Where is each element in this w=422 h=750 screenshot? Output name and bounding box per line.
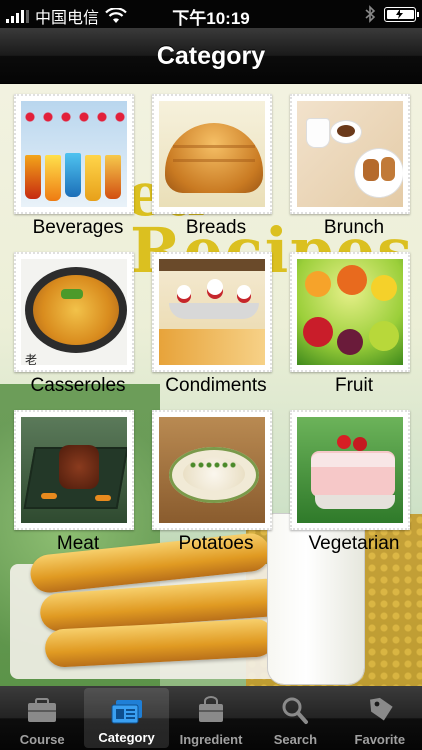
category-item-beverages[interactable]: Beverages [8, 86, 148, 241]
category-item-vegetarian[interactable]: Vegetarian [284, 402, 422, 557]
category-item-brunch[interactable]: Brunch [284, 86, 422, 241]
category-label: Breads [185, 217, 247, 238]
category-item-casseroles[interactable]: 老 Casseroles [8, 244, 148, 399]
briefcase-icon [28, 698, 57, 722]
casseroles-photo: 老 [14, 252, 134, 372]
tag-icon [369, 697, 393, 721]
category-label: Potatoes [178, 533, 254, 554]
bluetooth-icon [365, 5, 376, 23]
category-item-potatoes[interactable]: Potatoes [146, 402, 286, 557]
tab-label: Search [273, 732, 318, 747]
potatoes-photo [152, 410, 272, 530]
tab-ingredient[interactable]: Ingredient [169, 686, 253, 750]
category-label: Beverages [32, 217, 124, 238]
tab-label: Favorite [354, 732, 406, 747]
status-bar: 中国电信 下午10:19 [0, 0, 422, 28]
page-title: Category [156, 42, 266, 70]
vegetarian-photo [290, 410, 410, 530]
tab-label: Ingredient [179, 732, 243, 747]
tab-label: Category [98, 730, 155, 745]
tab-category[interactable]: Category [84, 688, 169, 748]
category-item-condiments[interactable]: Condiments [146, 244, 286, 399]
status-time: 下午10:19 [172, 9, 250, 28]
bag-icon [199, 696, 224, 722]
condiments-photo [152, 252, 272, 372]
tab-bar: Course Category Ingredient Search Favori… [0, 686, 422, 750]
category-item-meat[interactable]: Meat [8, 402, 148, 557]
tab-course[interactable]: Course [0, 686, 84, 750]
beverages-photo [14, 94, 134, 214]
category-label: Vegetarian [308, 533, 400, 554]
category-label: Condiments [165, 375, 267, 396]
search-icon [282, 697, 309, 724]
category-label: Casseroles [30, 375, 126, 396]
category-grid-view[interactable]: ea Recipes Beverages [0, 84, 422, 686]
battery-icon [384, 6, 419, 22]
category-label: Fruit [335, 375, 373, 396]
fruit-photo [290, 252, 410, 372]
brunch-photo [290, 94, 410, 214]
navigation-bar: Category [0, 28, 422, 84]
tab-favorite[interactable]: Favorite [338, 686, 422, 750]
breads-photo [152, 94, 272, 214]
category-cards-icon [111, 700, 142, 724]
tab-label: Course [19, 732, 65, 747]
category-label: Meat [56, 533, 100, 554]
category-label: Brunch [323, 217, 385, 238]
meat-photo [14, 410, 134, 530]
category-item-breads[interactable]: Breads [146, 86, 286, 241]
tab-search[interactable]: Search [253, 686, 337, 750]
category-item-fruit[interactable]: Fruit [284, 244, 422, 399]
